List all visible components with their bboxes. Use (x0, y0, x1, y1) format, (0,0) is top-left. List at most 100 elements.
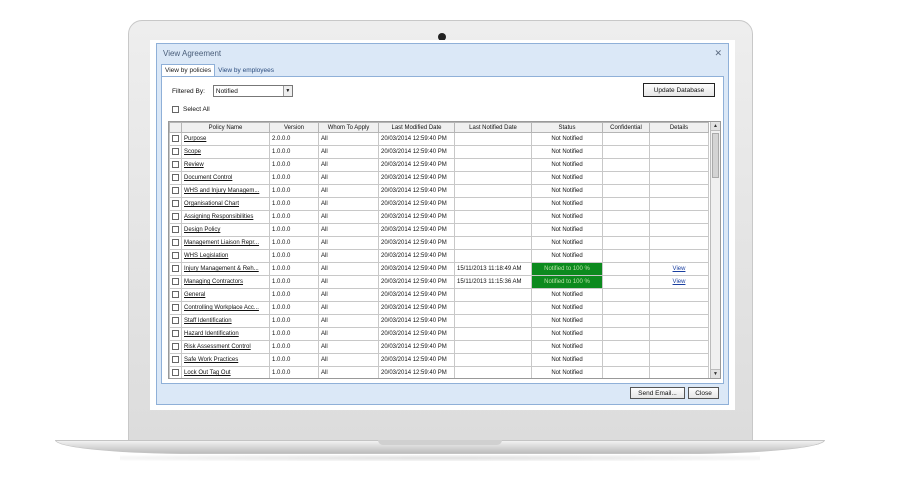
row-checkbox[interactable] (169, 249, 182, 263)
table-row[interactable]: Controlling Workplace Acc... 1.0.0.0 All 20… (169, 301, 709, 315)
table-row[interactable]: Scope 1.0.0.0 All 20/03/2014 12:59:40 PM Not… (169, 145, 709, 159)
policy-name-link[interactable]: Staff Identification (181, 314, 270, 328)
tab-view-by-employees[interactable]: View by employees (215, 65, 277, 76)
details-view-link[interactable] (649, 236, 709, 250)
column-header[interactable]: Status (531, 122, 603, 133)
details-view-link[interactable]: View (649, 275, 709, 289)
details-view-link[interactable] (649, 132, 709, 146)
row-checkbox[interactable] (169, 340, 182, 354)
table-row[interactable]: Review 1.0.0.0 All 20/03/2014 12:59:40 PM No… (169, 158, 709, 172)
policy-name-link[interactable]: Hazard Identification (181, 327, 270, 341)
row-checkbox-box[interactable] (172, 238, 179, 246)
table-row[interactable]: Document Control 1.0.0.0 All 20/03/2014 12:… (169, 171, 709, 185)
row-checkbox-box[interactable] (172, 173, 179, 181)
policy-name-link[interactable]: Purpose (181, 132, 270, 146)
table-row[interactable]: Risk Assessment Control 1.0.0.0 All 20/03/2… (169, 340, 709, 354)
row-checkbox[interactable] (169, 184, 182, 198)
details-view-link[interactable] (649, 288, 709, 302)
table-row[interactable]: Purpose 2.0.0.0 All 20/03/2014 12:59:40 PM N… (169, 132, 709, 146)
update-database-button[interactable]: Update Database (643, 83, 715, 97)
column-header[interactable]: Last Modified Date (378, 122, 455, 133)
row-checkbox-box[interactable] (172, 251, 179, 259)
row-checkbox-box[interactable] (172, 147, 179, 155)
chevron-down-icon[interactable]: ▼ (282, 86, 292, 96)
table-row[interactable]: Hazard Identification 1.0.0.0 All 20/03/201… (169, 327, 709, 341)
scroll-down-icon[interactable]: ▼ (711, 369, 720, 378)
row-checkbox-box[interactable] (172, 212, 179, 220)
close-icon[interactable]: ✕ (714, 48, 722, 59)
row-checkbox-box[interactable] (172, 277, 179, 285)
column-header[interactable]: Confidential (602, 122, 650, 133)
column-header[interactable] (169, 122, 182, 133)
details-view-link[interactable] (649, 197, 709, 211)
row-checkbox-box[interactable] (172, 134, 179, 142)
details-view-link[interactable] (649, 340, 709, 354)
details-view-link[interactable] (649, 327, 709, 341)
column-header[interactable]: Policy Name (181, 122, 270, 133)
policy-name-link[interactable]: Lock Out Tag Out (181, 366, 270, 378)
row-checkbox[interactable] (169, 158, 182, 172)
table-row[interactable]: Organisational Chart 1.0.0.0 All 20/03/2014… (169, 197, 709, 211)
scroll-up-icon[interactable]: ▲ (711, 122, 720, 131)
scroll-thumb[interactable] (712, 133, 719, 178)
row-checkbox[interactable] (169, 288, 182, 302)
table-row[interactable]: WHS and Injury Managem... 1.0.0.0 All 20/03… (169, 184, 709, 198)
details-view-link[interactable] (649, 210, 709, 224)
policy-name-link[interactable]: Document Control (181, 171, 270, 185)
details-view-link[interactable] (649, 366, 709, 378)
policy-name-link[interactable]: Assigning Responsibilities (181, 210, 270, 224)
row-checkbox-box[interactable] (172, 342, 179, 350)
details-view-link[interactable] (649, 158, 709, 172)
row-checkbox[interactable] (169, 262, 182, 276)
row-checkbox[interactable] (169, 327, 182, 341)
table-row[interactable]: Lock Out Tag Out 1.0.0.0 All 20/03/2014 12:… (169, 366, 709, 378)
details-view-link[interactable] (649, 184, 709, 198)
policy-name-link[interactable]: Managing Contractors (181, 275, 270, 289)
details-view-link[interactable] (649, 353, 709, 367)
table-row[interactable]: Safe Work Practices 1.0.0.0 All 20/03/2014 … (169, 353, 709, 367)
row-checkbox[interactable] (169, 275, 182, 289)
column-header[interactable]: Whom To Apply (318, 122, 379, 133)
row-checkbox[interactable] (169, 314, 182, 328)
select-all-checkbox[interactable] (172, 106, 179, 113)
row-checkbox-box[interactable] (172, 368, 179, 376)
row-checkbox-box[interactable] (172, 355, 179, 363)
table-row[interactable]: Staff Identification 1.0.0.0 All 20/03/2014… (169, 314, 709, 328)
row-checkbox[interactable] (169, 132, 182, 146)
row-checkbox[interactable] (169, 197, 182, 211)
policy-name-link[interactable]: General (181, 288, 270, 302)
table-row[interactable]: Assigning Responsibilities 1.0.0.0 All 20/0… (169, 210, 709, 224)
policy-name-link[interactable]: Management Liaison Repr... (181, 236, 270, 250)
policy-name-link[interactable]: Injury Management & Reh... (181, 262, 270, 276)
row-checkbox-box[interactable] (172, 264, 179, 272)
row-checkbox[interactable] (169, 223, 182, 237)
send-email-button[interactable]: Send Email... (630, 387, 685, 399)
row-checkbox[interactable] (169, 171, 182, 185)
table-row[interactable]: Management Liaison Repr... 1.0.0.0 All 20/0… (169, 236, 709, 250)
details-view-link[interactable] (649, 223, 709, 237)
row-checkbox[interactable] (169, 210, 182, 224)
table-row[interactable]: Injury Management & Reh... 1.0.0.0 All 20/0… (169, 262, 709, 276)
close-button[interactable]: Close (688, 387, 719, 399)
details-view-link[interactable] (649, 145, 709, 159)
row-checkbox[interactable] (169, 366, 182, 378)
details-view-link[interactable]: View (649, 262, 709, 276)
column-header[interactable]: Details (649, 122, 709, 133)
details-view-link[interactable] (649, 171, 709, 185)
row-checkbox-box[interactable] (172, 199, 179, 207)
row-checkbox-box[interactable] (172, 290, 179, 298)
policy-name-link[interactable]: Review (181, 158, 270, 172)
policy-name-link[interactable]: Safe Work Practices (181, 353, 270, 367)
details-view-link[interactable] (649, 249, 709, 263)
tab-view-by-policies[interactable]: View by policies (161, 64, 216, 76)
policy-name-link[interactable]: Organisational Chart (181, 197, 270, 211)
column-header[interactable]: Last Notified Date (454, 122, 532, 133)
vertical-scrollbar[interactable]: ▲ ▼ (710, 122, 720, 378)
table-row[interactable]: Managing Contractors 1.0.0.0 All 20/03/2014… (169, 275, 709, 289)
row-checkbox-box[interactable] (172, 303, 179, 311)
row-checkbox[interactable] (169, 236, 182, 250)
column-header[interactable]: Version (269, 122, 319, 133)
policy-name-link[interactable]: WHS Legislation (181, 249, 270, 263)
policy-name-link[interactable]: Design Policy (181, 223, 270, 237)
table-row[interactable]: General 1.0.0.0 All 20/03/2014 12:59:40 PM N… (169, 288, 709, 302)
